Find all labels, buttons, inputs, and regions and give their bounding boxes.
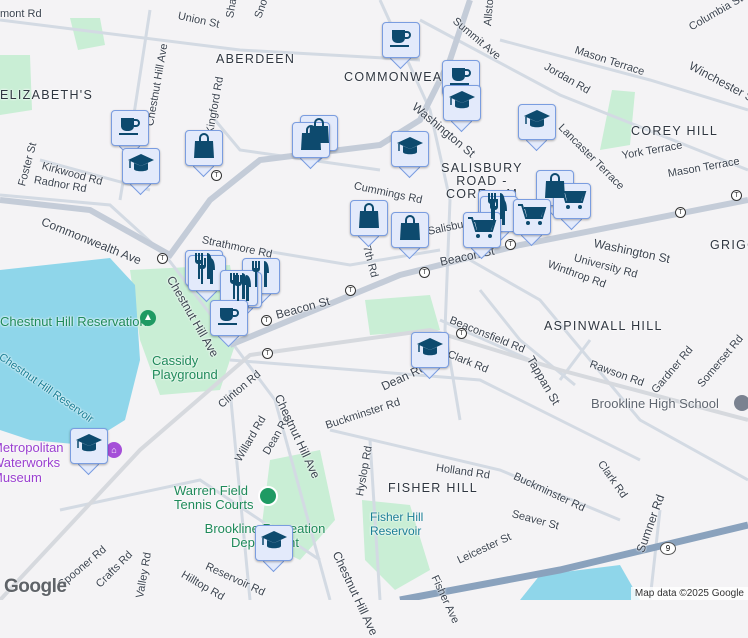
park-pin-icon: ▲	[140, 310, 156, 326]
neighborhood-grigg: GRIGG	[710, 238, 748, 252]
school-marker[interactable]	[443, 85, 481, 133]
school-marker[interactable]	[391, 131, 429, 179]
neighborhood-fisher-hill: FISHER HILL	[388, 481, 479, 495]
school-icon	[75, 433, 103, 460]
cafe-icon	[217, 305, 241, 332]
museum-icon: ⌂	[106, 442, 122, 458]
map-attribution[interactable]: Map data ©2025 Google	[630, 587, 748, 600]
neighborhood-aberdeen: ABERDEEN	[216, 52, 296, 66]
school-icon	[523, 109, 551, 136]
cafe-icon	[389, 27, 413, 54]
transit-station-icon[interactable]: T	[419, 267, 430, 278]
transit-station-icon[interactable]: T	[262, 348, 273, 359]
school-icon	[260, 530, 288, 557]
grocery-icon	[467, 216, 497, 245]
school-icon	[127, 153, 155, 180]
neighborhood-st-elizabeths: ELIZABETH'S	[0, 88, 94, 102]
school-marker[interactable]	[70, 428, 108, 476]
shopping-marker[interactable]	[185, 130, 223, 178]
transit-station-icon[interactable]: T	[456, 328, 467, 339]
school-icon	[416, 337, 444, 364]
street-label: mont Rd	[0, 8, 42, 20]
grocery-marker[interactable]	[463, 212, 501, 260]
restaurant-icon	[196, 257, 218, 290]
transit-station-icon[interactable]: T	[261, 315, 272, 326]
place-brookline-high-school[interactable]: Brookline High School	[591, 396, 719, 411]
school-marker[interactable]	[411, 332, 449, 380]
transit-station-icon[interactable]: T	[345, 285, 356, 296]
school-icon	[734, 395, 748, 411]
shopping-marker[interactable]	[391, 212, 429, 260]
neighborhood-aspinwall-hill: ASPINWALL HILL	[544, 319, 663, 333]
shopping-icon	[193, 132, 215, 164]
shopping-marker[interactable]	[350, 200, 388, 248]
grocery-marker[interactable]	[553, 183, 591, 231]
cafe-marker[interactable]	[382, 22, 420, 70]
transit-station-icon[interactable]: T	[675, 207, 686, 218]
shopping-icon	[399, 214, 421, 246]
school-marker[interactable]	[255, 525, 293, 573]
shopping-icon	[358, 202, 380, 234]
neighborhood-corey-hill: COREY HILL	[631, 124, 719, 138]
school-marker[interactable]	[518, 104, 556, 152]
shopping-icon	[300, 124, 322, 156]
place-chestnut-hill-reservation[interactable]: Chestnut Hill Reservation	[0, 314, 147, 329]
place-fisher-hill-reservoir[interactable]: Fisher Hill Reservoir	[370, 510, 440, 538]
grocery-icon	[557, 187, 587, 216]
tennis-pin-icon	[258, 486, 278, 506]
transit-station-icon[interactable]: T	[157, 253, 168, 264]
cafe-icon	[118, 115, 142, 142]
grocery-icon	[517, 203, 547, 232]
transit-station-icon[interactable]: T	[731, 190, 742, 201]
place-warren-field[interactable]: Warren Field Tennis Courts	[174, 484, 264, 512]
school-icon	[448, 90, 476, 117]
cafe-marker[interactable]	[210, 300, 248, 348]
school-icon	[396, 136, 424, 163]
school-marker[interactable]	[122, 148, 160, 196]
route-9-shield: 9	[660, 542, 676, 555]
grocery-marker[interactable]	[513, 199, 551, 247]
place-cassidy-playground[interactable]: Cassidy Playground	[152, 354, 232, 382]
google-logo: Google	[4, 576, 67, 597]
